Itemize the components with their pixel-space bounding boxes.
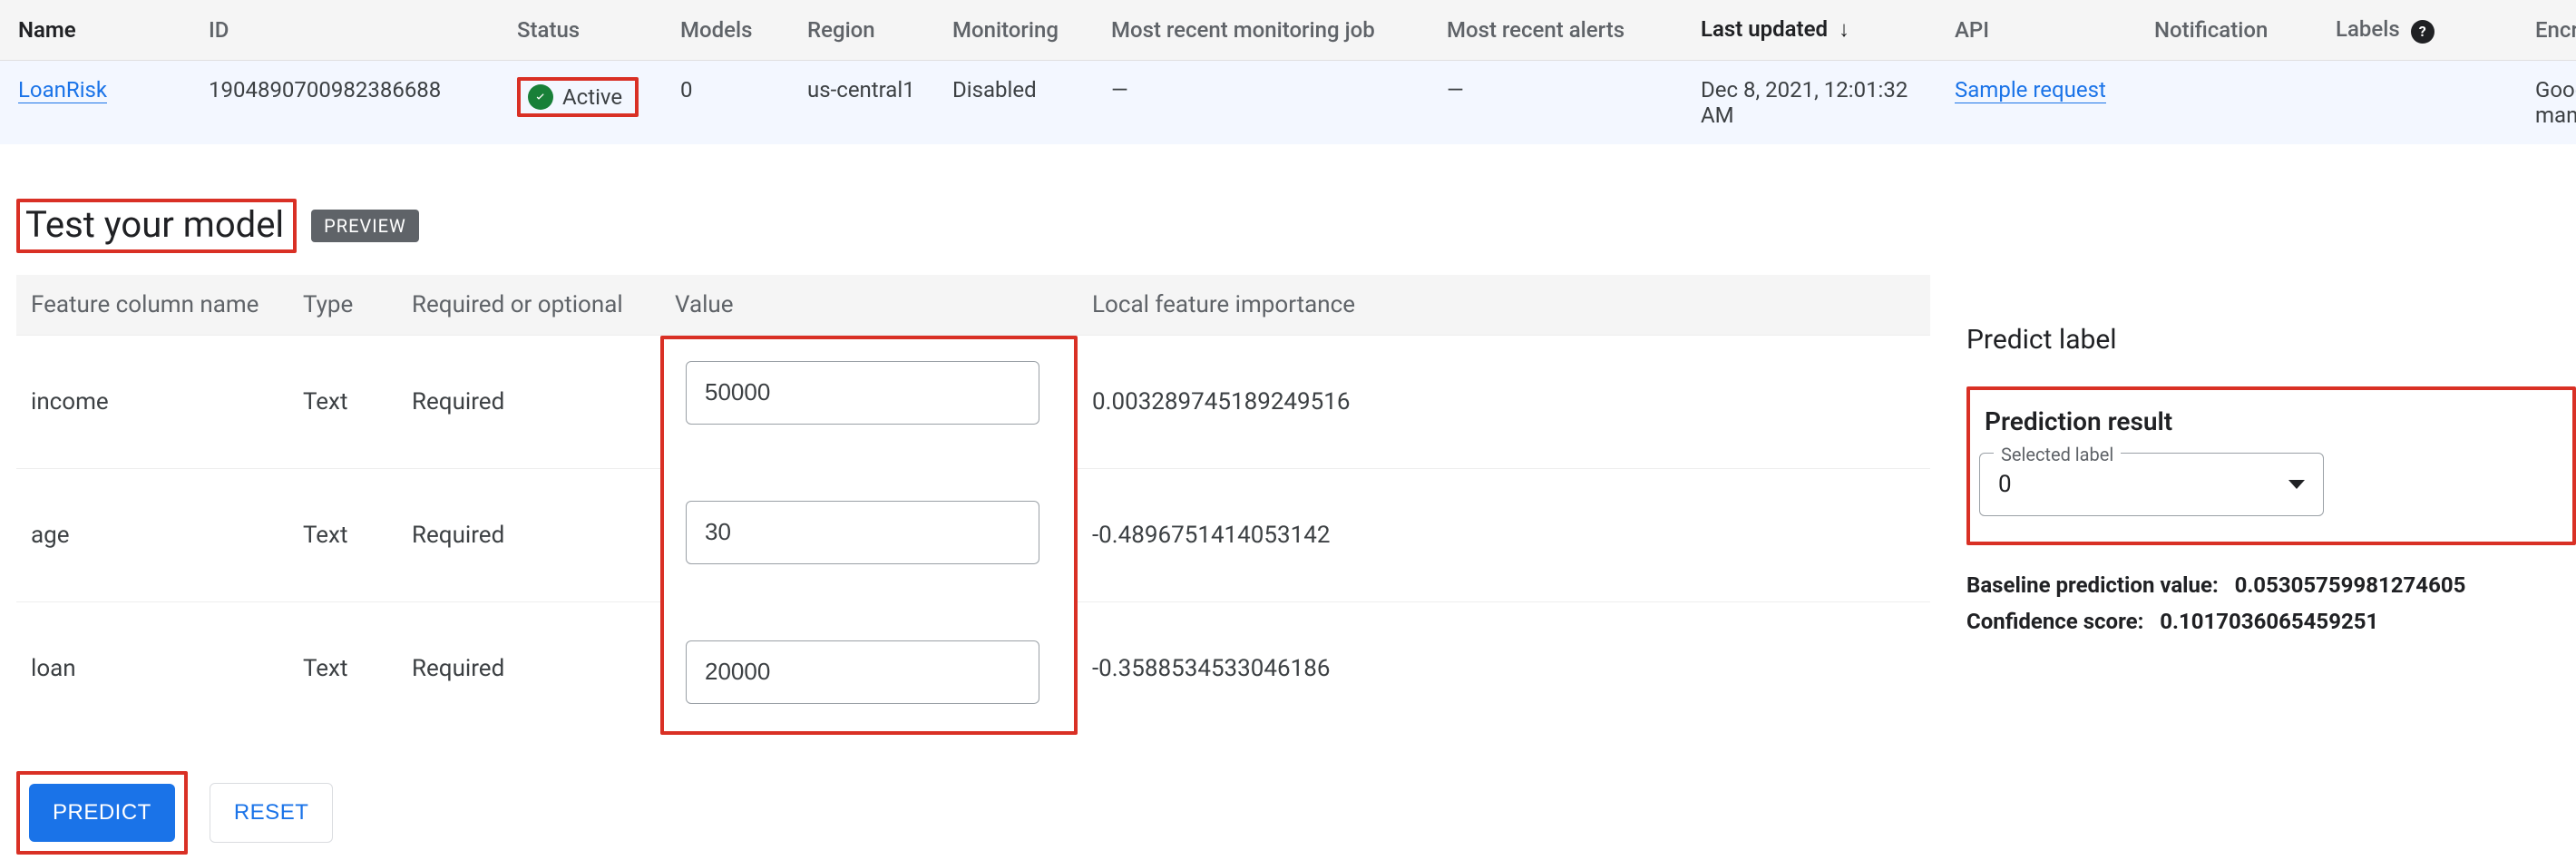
col-header-id[interactable]: ID — [190, 0, 499, 60]
models-table: Name ID Status Models Region Monitoring … — [0, 0, 2576, 144]
feature-required: Required — [397, 335, 660, 468]
feature-type: Text — [288, 468, 397, 601]
feature-importance: -0.4896751414053142 — [1078, 468, 1930, 601]
col-header-last-updated[interactable]: Last updated ↓ — [1683, 0, 1937, 60]
col-header-status[interactable]: Status — [499, 0, 662, 60]
baseline-value: 0.05305759981274605 — [2235, 572, 2466, 598]
fh-value: Value — [660, 275, 1078, 336]
prediction-result-heading: Prediction result — [1985, 406, 2547, 436]
most-recent-alerts-value: — — [1429, 60, 1683, 144]
selected-label-value: 0 — [1998, 471, 2012, 498]
selected-label-caption: Selected label — [1994, 444, 2121, 465]
selected-label-field: Selected label 0 — [1979, 453, 2324, 516]
col-header-labels-label: Labels — [2336, 16, 2400, 42]
feature-name: age — [16, 468, 288, 601]
status-text: Active — [562, 84, 622, 110]
fh-type: Type — [288, 275, 397, 336]
feature-name: income — [16, 335, 288, 468]
reset-button[interactable]: RESET — [210, 783, 334, 843]
loan-input[interactable] — [686, 640, 1039, 704]
col-header-labels[interactable]: Labels ? — [2317, 0, 2517, 60]
encryption-value: Google-managed key — [2517, 60, 2576, 144]
feature-importance: -0.3588534533046186 — [1078, 601, 1930, 734]
api-sample-request-link[interactable]: Sample request — [1955, 77, 2106, 103]
notification-value — [2136, 60, 2317, 144]
age-input[interactable] — [686, 501, 1039, 564]
status-active-pill: Active — [517, 77, 639, 117]
col-header-models[interactable]: Models — [662, 0, 789, 60]
features-table: Feature column name Type Required or opt… — [16, 275, 1930, 735]
income-input[interactable] — [686, 361, 1039, 425]
feature-type: Text — [288, 335, 397, 468]
predict-label-title: Predict label — [1966, 324, 2576, 356]
confidence-label: Confidence score: — [1966, 609, 2143, 634]
feature-row-income: income Text Required 0.00328974518924951… — [16, 335, 1930, 468]
chevron-down-icon — [2288, 480, 2305, 489]
prediction-metrics: Baseline prediction value: 0.05305759981… — [1966, 567, 2576, 641]
baseline-label: Baseline prediction value: — [1966, 572, 2219, 598]
fh-importance: Local feature importance — [1078, 275, 1930, 336]
sort-desc-icon: ↓ — [1839, 16, 1849, 42]
models-count: 0 — [662, 60, 789, 144]
feature-required: Required — [397, 601, 660, 734]
check-circle-icon — [528, 84, 553, 110]
col-header-encryption[interactable]: Encryption — [2517, 0, 2576, 60]
preview-badge: PREVIEW — [311, 210, 419, 242]
table-row[interactable]: LoanRisk 1904890700982386688 Active 0 us… — [0, 60, 2576, 144]
predict-panel: Predict label Prediction result Selected… — [1966, 199, 2576, 641]
feature-importance: 0.003289745189249516 — [1078, 335, 1930, 468]
last-updated-value: Dec 8, 2021, 12:01:32 AM — [1683, 60, 1937, 144]
col-header-most-recent-monitoring-job[interactable]: Most recent monitoring job — [1093, 0, 1429, 60]
model-id: 1904890700982386688 — [190, 60, 499, 144]
model-name-link[interactable]: LoanRisk — [18, 77, 107, 103]
fh-name: Feature column name — [16, 275, 288, 336]
predict-highlight: PREDICT — [16, 771, 188, 855]
test-your-model-section: Test your model PREVIEW Feature column n… — [0, 144, 2576, 855]
fh-required: Required or optional — [397, 275, 660, 336]
prediction-result-box: Prediction result Selected label 0 — [1966, 386, 2576, 545]
feature-required: Required — [397, 468, 660, 601]
page-title: Test your model — [16, 199, 297, 253]
col-header-region[interactable]: Region — [789, 0, 934, 60]
feature-type: Text — [288, 601, 397, 734]
actions-row: PREDICT RESET — [16, 771, 1930, 855]
labels-value — [2317, 60, 2517, 144]
col-header-notification[interactable]: Notification — [2136, 0, 2317, 60]
help-icon[interactable]: ? — [2411, 20, 2435, 44]
predict-button[interactable]: PREDICT — [29, 784, 175, 842]
test-left-panel: Test your model PREVIEW Feature column n… — [16, 199, 1930, 855]
region-value: us-central1 — [789, 60, 934, 144]
confidence-value: 0.1017036065459251 — [2160, 609, 2378, 634]
models-table-wrap: Name ID Status Models Region Monitoring … — [0, 0, 2576, 144]
most-recent-monitoring-job-value: — — [1093, 60, 1429, 144]
col-header-api[interactable]: API — [1937, 0, 2136, 60]
col-header-name[interactable]: Name — [0, 0, 190, 60]
col-header-last-updated-label: Last updated — [1701, 16, 1828, 42]
value-column-highlight — [660, 336, 1078, 735]
col-header-monitoring[interactable]: Monitoring — [934, 0, 1093, 60]
feature-name: loan — [16, 601, 288, 734]
monitoring-value: Disabled — [934, 60, 1093, 144]
col-header-most-recent-alerts[interactable]: Most recent alerts — [1429, 0, 1683, 60]
